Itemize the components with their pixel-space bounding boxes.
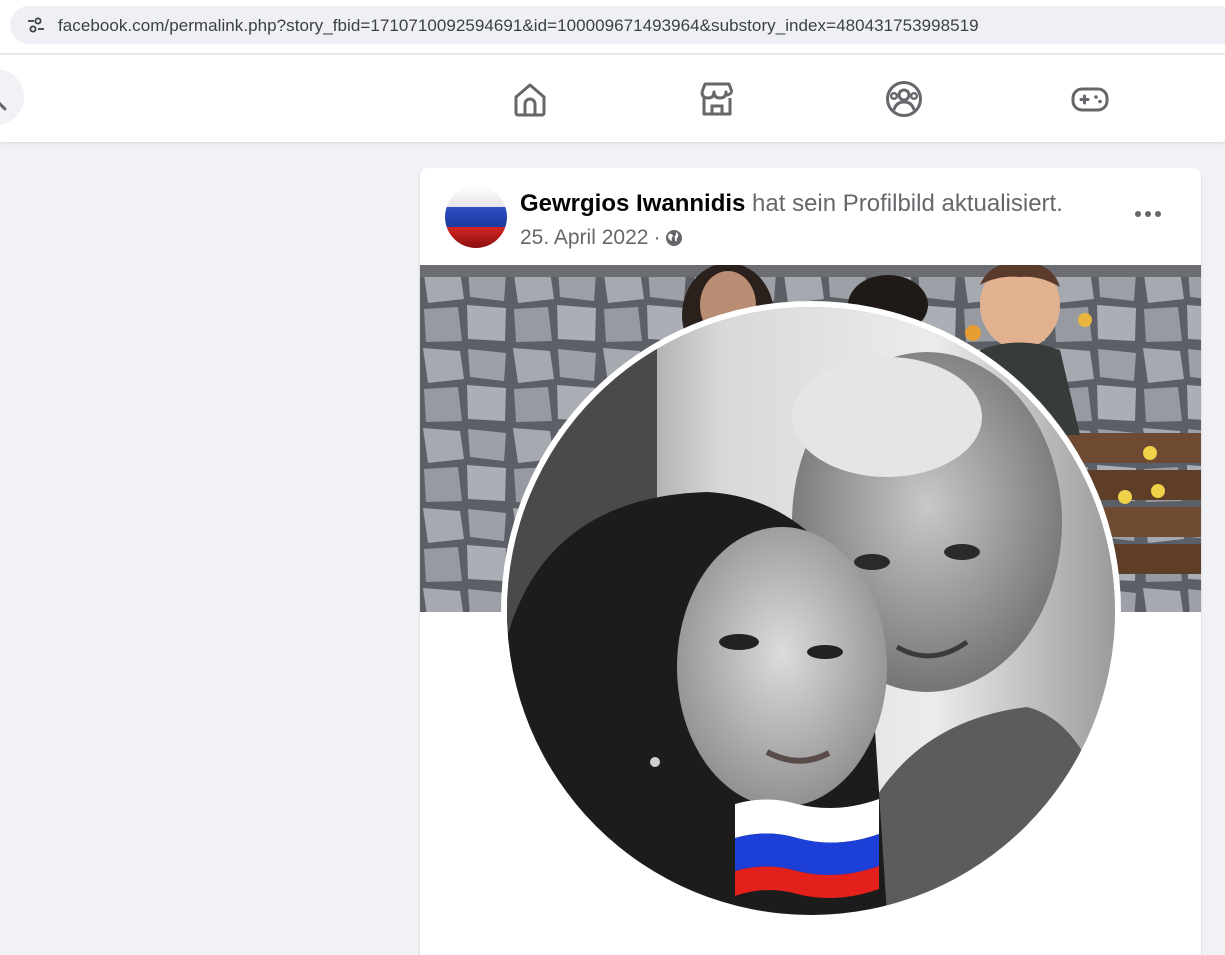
more-dot xyxy=(1155,211,1161,217)
tune-icon[interactable] xyxy=(22,11,50,39)
post-date[interactable]: 25. April 2022 xyxy=(520,226,648,250)
more-dot xyxy=(1145,211,1151,217)
search-icon xyxy=(0,101,7,111)
nav-gaming[interactable] xyxy=(1068,77,1112,121)
marketplace-icon xyxy=(700,82,734,116)
groups-icon xyxy=(886,81,922,117)
url-text[interactable]: facebook.com/permalink.php?story_fbid=17… xyxy=(58,16,979,36)
browser-toolbar: facebook.com/permalink.php?story_fbid=17… xyxy=(0,0,1225,54)
profile-picture[interactable] xyxy=(507,307,1115,915)
nav-home[interactable] xyxy=(508,77,552,121)
post-header: Gewrgios Iwannidis hat sein Profilbild a… xyxy=(520,190,1063,218)
home-icon xyxy=(514,83,546,117)
post-action-text: hat sein Profilbild aktualisiert. xyxy=(752,190,1063,217)
globe-icon xyxy=(665,229,683,247)
author-name[interactable]: Gewrgios Iwannidis xyxy=(520,190,745,217)
russian-flag-overlay xyxy=(735,799,879,898)
profile-image xyxy=(507,307,1115,915)
search-button[interactable] xyxy=(0,69,24,125)
more-horizontal-icon xyxy=(1135,211,1141,217)
meta-separator: · xyxy=(653,226,661,249)
post-meta: 25. April 2022 · xyxy=(520,226,683,250)
author-avatar[interactable] xyxy=(445,186,507,248)
more-options-button[interactable] xyxy=(1126,196,1170,232)
nav-marketplace[interactable] xyxy=(695,77,739,121)
nav-groups[interactable] xyxy=(882,77,926,121)
top-navigation xyxy=(0,55,1225,142)
gaming-icon xyxy=(1071,87,1109,112)
address-bar[interactable]: facebook.com/permalink.php?story_fbid=17… xyxy=(10,6,1225,44)
